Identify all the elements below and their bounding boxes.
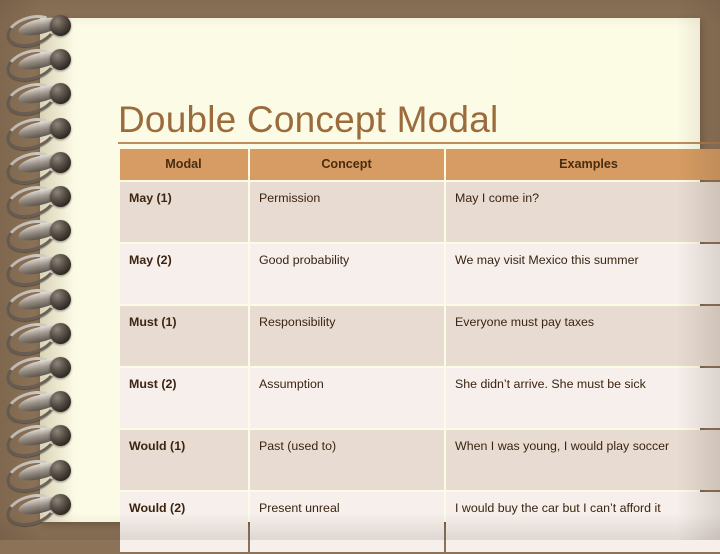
spiral-bead	[50, 220, 71, 242]
cell-concept: Good probability	[250, 244, 444, 304]
spiral-bead	[50, 49, 71, 71]
spiral-coil-icon	[0, 454, 76, 497]
spiral-bead	[50, 151, 71, 173]
column-header-modal: Modal	[120, 149, 248, 180]
spiral-coil-icon	[0, 180, 76, 224]
spiral-bead	[50, 288, 71, 310]
spiral-bead	[50, 322, 71, 344]
spiral-coil-icon	[0, 78, 76, 121]
cell-concept: Present unreal	[250, 492, 444, 552]
spiral-bead	[50, 15, 71, 36]
spiral-coil-icon	[0, 43, 76, 87]
cell-modal: Must (1)	[120, 306, 248, 366]
cell-modal: Would (2)	[120, 492, 248, 552]
cell-concept: Past (used to)	[250, 430, 444, 490]
cell-modal: May (1)	[120, 182, 248, 242]
modal-table: Modal Concept Examples May (1) Permissio…	[118, 147, 720, 554]
spiral-bead	[50, 493, 71, 515]
spiral-coil-icon	[0, 146, 76, 190]
spiral-coil-icon	[0, 112, 76, 155]
notebook-page: Double Concept Modal Modal Concept Examp…	[40, 18, 720, 552]
slide-canvas: Double Concept Modal Modal Concept Examp…	[0, 0, 720, 552]
table-row: Must (2) Assumption She didn’t arrive. S…	[120, 368, 720, 428]
spiral-coil-icon	[0, 385, 76, 429]
column-header-examples: Examples	[446, 149, 720, 180]
spiral-bead	[50, 425, 71, 447]
spiral-coil-icon	[0, 488, 76, 532]
table-row: May (2) Good probability We may visit Me…	[120, 244, 720, 304]
spiral-bead	[50, 254, 71, 276]
spiral-coil-icon	[0, 283, 76, 326]
title-divider-rule	[118, 142, 720, 144]
spiral-coil-icon	[0, 249, 76, 292]
cell-example: She didn’t arrive. She must be sick	[446, 368, 720, 428]
spiral-bead	[50, 117, 71, 139]
spiral-bead	[50, 186, 71, 207]
table-row: Would (1) Past (used to) When I was youn…	[120, 430, 720, 490]
table-row: Must (1) Responsibility Everyone must pa…	[120, 306, 720, 366]
table-header-row: Modal Concept Examples	[120, 149, 720, 180]
cell-example: May I come in?	[446, 182, 720, 242]
spiral-coil-icon	[0, 420, 76, 463]
table-row: Would (2) Present unreal I would buy the…	[120, 492, 720, 552]
table-body: May (1) Permission May I come in? May (2…	[120, 182, 720, 552]
spiral-bead	[50, 357, 71, 378]
cell-concept: Assumption	[250, 368, 444, 428]
cell-concept: Permission	[250, 182, 444, 242]
cell-example: We may visit Mexico this summer	[446, 244, 720, 304]
cell-concept: Responsibility	[250, 306, 444, 366]
cell-modal: May (2)	[120, 244, 248, 304]
spiral-bead	[50, 459, 71, 481]
cell-modal: Must (2)	[120, 368, 248, 428]
spiral-binding-icon	[0, 9, 80, 534]
cell-example: Everyone must pay taxes	[446, 306, 720, 366]
page-title: Double Concept Modal	[118, 98, 499, 140]
spiral-coil-icon	[0, 351, 76, 395]
spiral-bead	[50, 391, 71, 413]
table-row: May (1) Permission May I come in?	[120, 182, 720, 242]
cell-example: When I was young, I would play soccer	[446, 430, 720, 490]
spiral-coil-icon	[0, 317, 76, 361]
cell-modal: Would (1)	[120, 430, 248, 490]
cell-example: I would buy the car but I can’t afford i…	[446, 492, 720, 552]
spiral-bead	[50, 83, 71, 105]
column-header-concept: Concept	[250, 149, 444, 180]
spiral-coil-icon	[0, 214, 76, 258]
spiral-coil-icon	[0, 9, 76, 53]
modal-table-container: Modal Concept Examples May (1) Permissio…	[118, 147, 720, 554]
table-header: Modal Concept Examples	[120, 149, 720, 180]
